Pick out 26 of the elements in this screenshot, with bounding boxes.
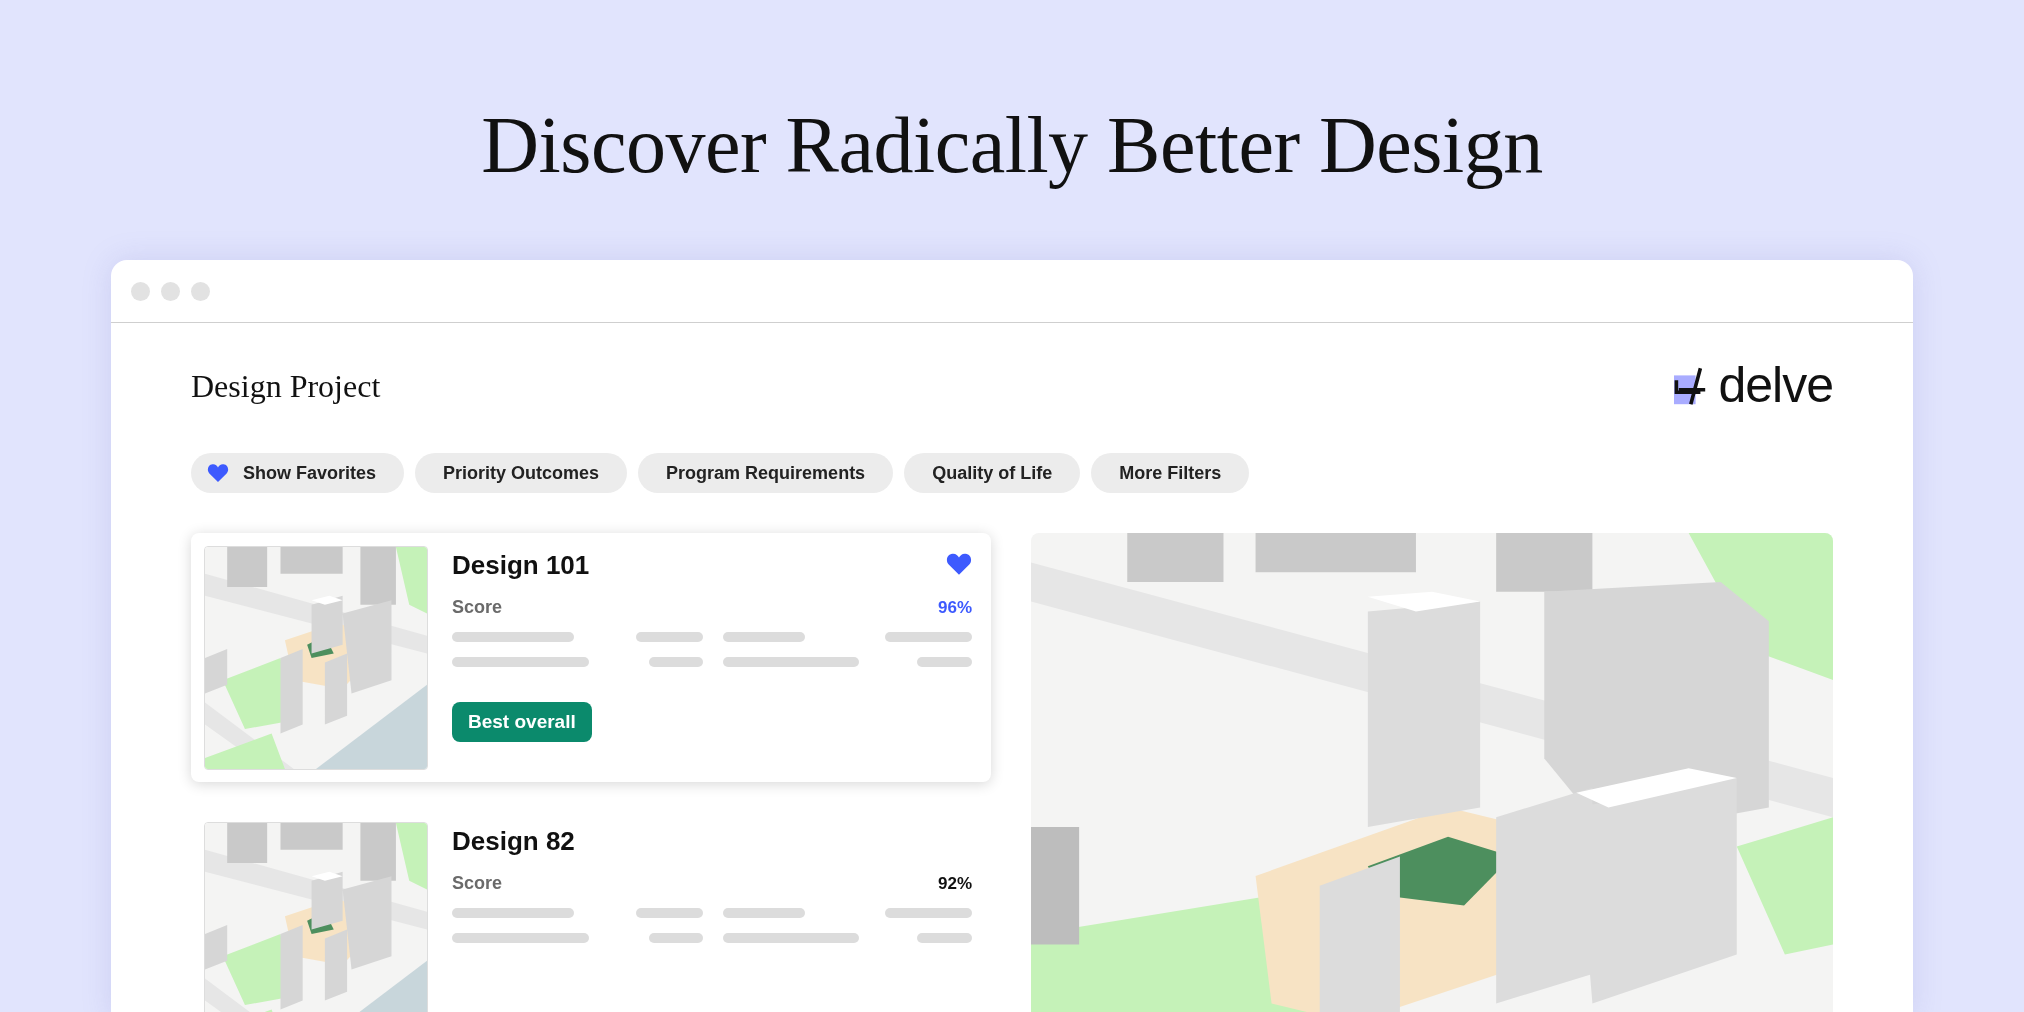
heart-icon [207, 463, 229, 483]
design-name: Design 82 [452, 826, 575, 857]
score-value: 92% [937, 873, 972, 894]
placeholder-bar [917, 933, 972, 943]
placeholder-bar [649, 933, 703, 943]
project-title: Design Project [191, 367, 381, 405]
placeholder-bar [917, 657, 972, 667]
placeholder-bar [636, 632, 703, 642]
score-label: Score [452, 873, 503, 894]
best-overall-badge: Best overall [452, 702, 592, 742]
design-card[interactable]: Design 101 Score 96% Best overall [191, 533, 991, 782]
filter-button[interactable]: More Filters [1091, 453, 1250, 493]
logo-text: delve [1718, 356, 1833, 414]
window-dot [191, 281, 210, 301]
placeholder-bar [649, 657, 703, 667]
score-label: Score [452, 597, 503, 618]
placeholder-bar [636, 908, 703, 918]
score-value: 96% [937, 597, 972, 618]
window-dot [161, 281, 180, 301]
favorites-filter-button[interactable]: Show Favorites [191, 453, 405, 493]
window-dot [131, 281, 150, 301]
filter-button[interactable]: Priority Outcomes [415, 453, 628, 493]
design-name: Design 101 [452, 550, 590, 581]
filter-button[interactable]: Program Requirements [638, 453, 894, 493]
filter-button[interactable]: Quality of Life [904, 453, 1081, 493]
headline: Discover Radically Better Design [481, 99, 1543, 191]
